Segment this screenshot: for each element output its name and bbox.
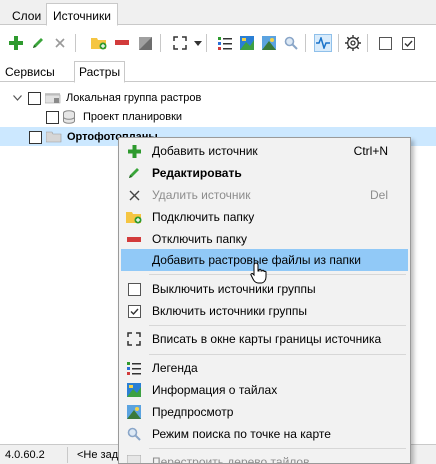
menu-item-rebuild-tile-tree[interactable]: Перестроить дерево тайлов xyxy=(121,451,408,464)
menu-item-fit-source-extent[interactable]: Вписать в окне карты границы источника xyxy=(121,328,408,350)
menu-item-label: Режим поиска по точке на карте xyxy=(152,427,331,441)
context-menu: Добавить источник Ctrl+N Редактировать У… xyxy=(118,137,411,464)
menu-item-label: Информация о тайлах xyxy=(152,383,278,397)
tab-sources[interactable]: Источники xyxy=(46,3,118,26)
preview-icon xyxy=(126,404,142,420)
legend-icon xyxy=(126,360,142,376)
toolbar-separator xyxy=(338,34,339,52)
mouse-pointer-icon xyxy=(250,262,267,284)
menu-item-label: Вписать в окне карты границы источника xyxy=(152,332,382,346)
menu-separator xyxy=(149,274,406,275)
fit-extent-icon[interactable] xyxy=(172,35,188,51)
group-checkbox[interactable] xyxy=(28,91,41,105)
menu-item-enable-group-sources[interactable]: Включить источники группы xyxy=(121,300,408,322)
menu-separator xyxy=(149,354,406,355)
delete-icon[interactable] xyxy=(52,35,68,51)
uncheck-all-icon[interactable] xyxy=(377,35,393,51)
unchecked-box-icon xyxy=(126,281,142,297)
menu-item-label: Легенда xyxy=(152,361,198,375)
tree-label: Локальная группа растров xyxy=(66,92,202,104)
settings-gear-icon[interactable] xyxy=(345,35,361,51)
folder-icon xyxy=(45,130,62,144)
checked-box-icon xyxy=(126,303,142,319)
point-search-icon xyxy=(126,426,142,442)
preview-icon[interactable] xyxy=(261,35,277,51)
edit-pencil-icon xyxy=(126,165,142,181)
toolbar-separator xyxy=(160,34,161,52)
tree-label: Проект планировки xyxy=(83,111,183,123)
menu-separator xyxy=(149,325,406,326)
menu-item-point-search[interactable]: Режим поиска по точке на карте xyxy=(121,423,408,445)
menu-item-label: Включить источники группы xyxy=(152,304,308,318)
menu-item-label: Отключить папку xyxy=(152,232,248,246)
toolbar-separator xyxy=(305,34,306,52)
raster-icon[interactable] xyxy=(137,35,153,51)
menu-item-shortcut: Ctrl+N xyxy=(353,144,388,158)
tree-row-project[interactable]: Проект планировки xyxy=(46,108,182,126)
orthophoto-checkbox[interactable] xyxy=(29,130,42,144)
menu-item-label: Редактировать xyxy=(152,166,242,180)
menu-item-tile-info[interactable]: Информация о тайлах xyxy=(121,379,408,401)
menu-separator xyxy=(149,448,406,449)
menu-item-delete-source[interactable]: Удалить источник Del xyxy=(121,184,408,206)
tree-row-raster-group[interactable]: Локальная группа растров xyxy=(12,89,201,107)
legend-icon[interactable] xyxy=(217,35,233,51)
menu-item-legend[interactable]: Легенда xyxy=(121,357,408,379)
toolbar-separator xyxy=(206,34,207,52)
rebuild-tree-icon xyxy=(126,454,142,463)
menu-item-connect-folder[interactable]: Подключить папку xyxy=(121,206,408,228)
menu-item-label: Подключить папку xyxy=(152,210,255,224)
menu-item-label: Выключить источники группы xyxy=(152,282,316,296)
fit-extent-icon xyxy=(126,331,142,347)
status-separator xyxy=(67,447,68,463)
delete-icon xyxy=(126,187,142,203)
toolbar-separator xyxy=(75,34,76,52)
menu-item-add-source[interactable]: Добавить источник Ctrl+N xyxy=(121,140,408,162)
tile-info-icon xyxy=(126,382,142,398)
tab-rasters[interactable]: Растры xyxy=(74,61,126,83)
disconnect-folder-icon xyxy=(126,231,142,247)
status-text: <Не зад xyxy=(77,449,119,461)
toolbar xyxy=(0,26,436,60)
menu-item-label: Предпросмотр xyxy=(152,405,234,419)
menu-item-label: Добавить источник xyxy=(152,144,258,158)
tab-services[interactable]: Сервисы xyxy=(5,65,55,79)
menu-item-shortcut: Del xyxy=(369,188,388,202)
activity-icon[interactable] xyxy=(314,34,332,52)
collapse-chevron-icon[interactable] xyxy=(12,93,22,103)
project-checkbox[interactable] xyxy=(46,110,59,124)
toolbar-separator xyxy=(367,34,368,52)
folder-group-icon xyxy=(44,91,61,105)
main-tabbar: Слои Источники xyxy=(0,0,436,26)
dropdown-arrow-icon[interactable] xyxy=(190,35,206,51)
connect-folder-icon[interactable] xyxy=(91,35,107,51)
menu-item-disconnect-folder[interactable]: Отключить папку xyxy=(121,228,408,250)
connect-folder-icon xyxy=(126,209,142,225)
disconnect-folder-icon[interactable] xyxy=(114,35,130,51)
check-all-icon[interactable] xyxy=(400,35,416,51)
sources-subtabbar: Сервисы Растры xyxy=(0,60,436,83)
database-icon xyxy=(63,110,77,124)
edit-pencil-icon[interactable] xyxy=(30,35,46,51)
add-icon[interactable] xyxy=(8,35,24,51)
tab-layers[interactable]: Слои xyxy=(6,6,47,26)
version-label: 4.0.60.2 xyxy=(5,449,45,461)
menu-item-preview[interactable]: Предпросмотр xyxy=(121,401,408,423)
add-icon xyxy=(126,143,142,159)
point-search-icon[interactable] xyxy=(283,35,299,51)
tile-info-icon[interactable] xyxy=(239,35,255,51)
menu-item-label: Перестроить дерево тайлов xyxy=(152,455,310,464)
menu-item-label: Удалить источник xyxy=(152,188,251,202)
menu-item-edit[interactable]: Редактировать xyxy=(121,162,408,184)
